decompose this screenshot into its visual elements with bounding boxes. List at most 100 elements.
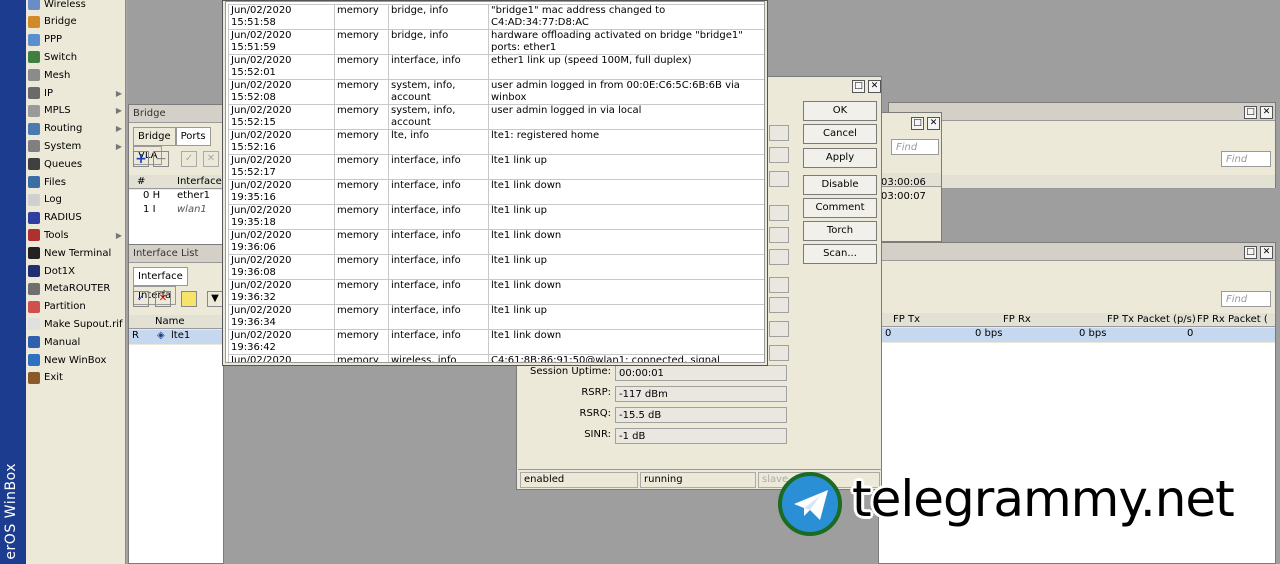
log-row[interactable]: Jun/02/2020 15:52:17 memory interface, inf… (228, 154, 764, 180)
log-row[interactable]: Jun/02/2020 15:52:01 memory interface, inf… (228, 54, 764, 80)
disable-icon[interactable]: ✕ (203, 151, 219, 167)
cancel-button[interactable]: Cancel (803, 124, 877, 144)
log-row[interactable]: Jun/02/2020 15:52:16 memory lte, info lte1:… (228, 129, 764, 155)
apply-button[interactable]: Apply (803, 148, 877, 168)
sidebar-item-files[interactable]: Files (26, 173, 126, 191)
scan-button[interactable]: Scan... (803, 244, 877, 264)
sidebar-item-wireless[interactable]: Wireless (26, 0, 126, 13)
close-icon[interactable]: ✕ (1260, 106, 1273, 119)
close-icon[interactable]: ✕ (927, 117, 940, 130)
cross-icon[interactable]: ✕ (155, 291, 171, 307)
check-icon[interactable]: ✓ (133, 291, 149, 307)
sidebar-item-metarouter[interactable]: MetaROUTER (26, 280, 126, 298)
log-topics: interface, info (388, 204, 489, 230)
log-message: lte1: registered home (488, 129, 764, 155)
table-row[interactable]: 0 Hether1 (143, 190, 210, 201)
log-row[interactable]: Jun/02/2020 15:52:08 memory system, info, … (228, 79, 764, 105)
log-row[interactable]: Jun/02/2020 15:51:59 memory bridge, info ha… (228, 29, 764, 55)
log-row[interactable]: Jun/02/2020 19:36:43memorywireless, info… (228, 354, 764, 362)
maximize-icon[interactable]: □ (1244, 246, 1257, 259)
log-topics: interface, info (388, 54, 489, 80)
log-row[interactable]: Jun/02/2020 19:35:16 memory interface, inf… (228, 179, 764, 205)
find-input[interactable]: Find (891, 139, 939, 155)
find-input[interactable]: Find (1221, 151, 1271, 167)
winbox-icon (28, 354, 40, 366)
tab-ports[interactable]: Ports (175, 127, 211, 146)
log-row[interactable]: Jun/02/2020 19:36:32 memory interface, inf… (228, 279, 764, 305)
sidebar-item-system[interactable]: System ▶ (26, 137, 126, 155)
sidebar-item-routing[interactable]: Routing ▶ (26, 120, 126, 138)
sidebar-item-log[interactable]: Log (26, 191, 126, 209)
torch-button[interactable]: Torch (803, 221, 877, 241)
enable-icon[interactable]: ✓ (181, 151, 197, 167)
sidebar-item-label: Files (44, 176, 66, 188)
partition-icon (28, 300, 40, 313)
sidebar-item-label: Make Supout.rif (44, 318, 123, 330)
log-row[interactable]: Jun/02/2020 15:51:58 memory bridge, info "b… (228, 4, 764, 30)
col-fp-rx[interactable]: FP Rx (1003, 314, 1031, 325)
log-window: Jun/02/2020 15:51:58 memory bridge, info "b… (222, 0, 768, 366)
lte-icon: ◈ (157, 330, 165, 341)
table-row[interactable]: 0 0 bps 0 bps 0 (879, 328, 1275, 342)
sidebar-item-label: MPLS (44, 105, 71, 117)
log-row[interactable]: Jun/02/2020 15:52:15 memory system, info, … (228, 104, 764, 130)
sidebar-item-ip[interactable]: IP ▶ (26, 84, 126, 102)
bridge-toolbar: + − ✓ ✕ (133, 151, 223, 169)
maximize-icon[interactable]: □ (1244, 106, 1257, 119)
status-enabled: enabled (520, 472, 638, 488)
sidebar-item-new-terminal[interactable]: New Terminal (26, 244, 126, 262)
sidebar-item-ppp[interactable]: PPP (26, 31, 126, 49)
system-icon (28, 140, 40, 153)
remove-icon[interactable]: − (153, 151, 169, 167)
queues-icon (28, 158, 40, 171)
close-icon[interactable]: ✕ (868, 80, 881, 93)
disable-button[interactable]: Disable (803, 175, 877, 195)
table-row[interactable]: 1 Iwlan1 (143, 204, 207, 215)
sidebar-item-label: Dot1X (44, 265, 75, 277)
col-fp-tx[interactable]: FP Tx (893, 314, 920, 325)
sidebar-item-bridge[interactable]: Bridge (26, 13, 126, 31)
log-table-container: Jun/02/2020 15:51:58 memory bridge, info "b… (225, 1, 765, 363)
ok-button[interactable]: OK (803, 101, 877, 121)
sidebar-item-radius[interactable]: RADIUS (26, 209, 126, 227)
log-time: Jun/02/2020 15:52:08 (228, 79, 335, 105)
supout-icon (28, 318, 40, 331)
sidebar-item-make-supout-rif[interactable]: Make Supout.rif (26, 315, 126, 333)
tab-interface[interactable]: Interface (133, 267, 188, 286)
log-row[interactable]: Jun/02/2020 19:36:08 memory interface, inf… (228, 254, 764, 280)
sidebar-item-queues[interactable]: Queues (26, 155, 126, 173)
sidebar-item-new-winbox[interactable]: New WinBox (26, 351, 126, 369)
exit-icon (28, 371, 40, 384)
sidebar-item-tools[interactable]: Tools ▶ (26, 226, 126, 244)
find-input[interactable]: Find (1221, 291, 1271, 307)
sidebar-item-manual[interactable]: Manual (26, 333, 126, 351)
comment-button[interactable]: Comment (803, 198, 877, 218)
col-fp-tx-packet[interactable]: FP Tx Packet (p/s) (1107, 314, 1196, 325)
sidebar-item-exit[interactable]: Exit (26, 369, 126, 387)
maximize-icon[interactable]: □ (911, 117, 924, 130)
sidebar-item-switch[interactable]: Switch (26, 48, 126, 66)
log-row[interactable]: Jun/02/2020 19:36:34 memory interface, inf… (228, 304, 764, 330)
log-table: Jun/02/2020 15:51:58 memory bridge, info "b… (228, 4, 764, 362)
interface-table-body (129, 345, 223, 563)
close-icon[interactable]: ✕ (1260, 246, 1273, 259)
add-icon[interactable]: + (133, 151, 149, 167)
log-row[interactable]: Jun/02/2020 19:36:06 memory interface, inf… (228, 229, 764, 255)
log-time: Jun/02/2020 19:36:06 (228, 229, 335, 255)
sidebar-item-mpls[interactable]: MPLS ▶ (26, 102, 126, 120)
log-row[interactable]: Jun/02/2020 19:36:42 memory interface, inf… (228, 329, 764, 355)
log-buffer: memory (334, 229, 389, 255)
comment-icon[interactable] (181, 291, 197, 307)
filter-icon[interactable]: ▼ (207, 291, 223, 307)
sidebar-item-mesh[interactable]: Mesh (26, 66, 126, 84)
log-buffer: memory (334, 154, 389, 180)
tab-bridge[interactable]: Bridge (133, 127, 176, 146)
log-row[interactable]: Jun/02/2020 19:35:18 memory interface, inf… (228, 204, 764, 230)
table-row[interactable]: R ◈ lte1 (129, 330, 223, 344)
log-message: lte1 link up (488, 154, 764, 180)
col-fp-rx-packet[interactable]: FP Rx Packet ( (1197, 314, 1268, 325)
sidebar-item-dot1x[interactable]: Dot1X (26, 262, 126, 280)
maximize-icon[interactable]: □ (852, 80, 865, 93)
sidebar-item-partition[interactable]: Partition (26, 298, 126, 316)
brand-text: erOS WinBox (3, 463, 19, 560)
